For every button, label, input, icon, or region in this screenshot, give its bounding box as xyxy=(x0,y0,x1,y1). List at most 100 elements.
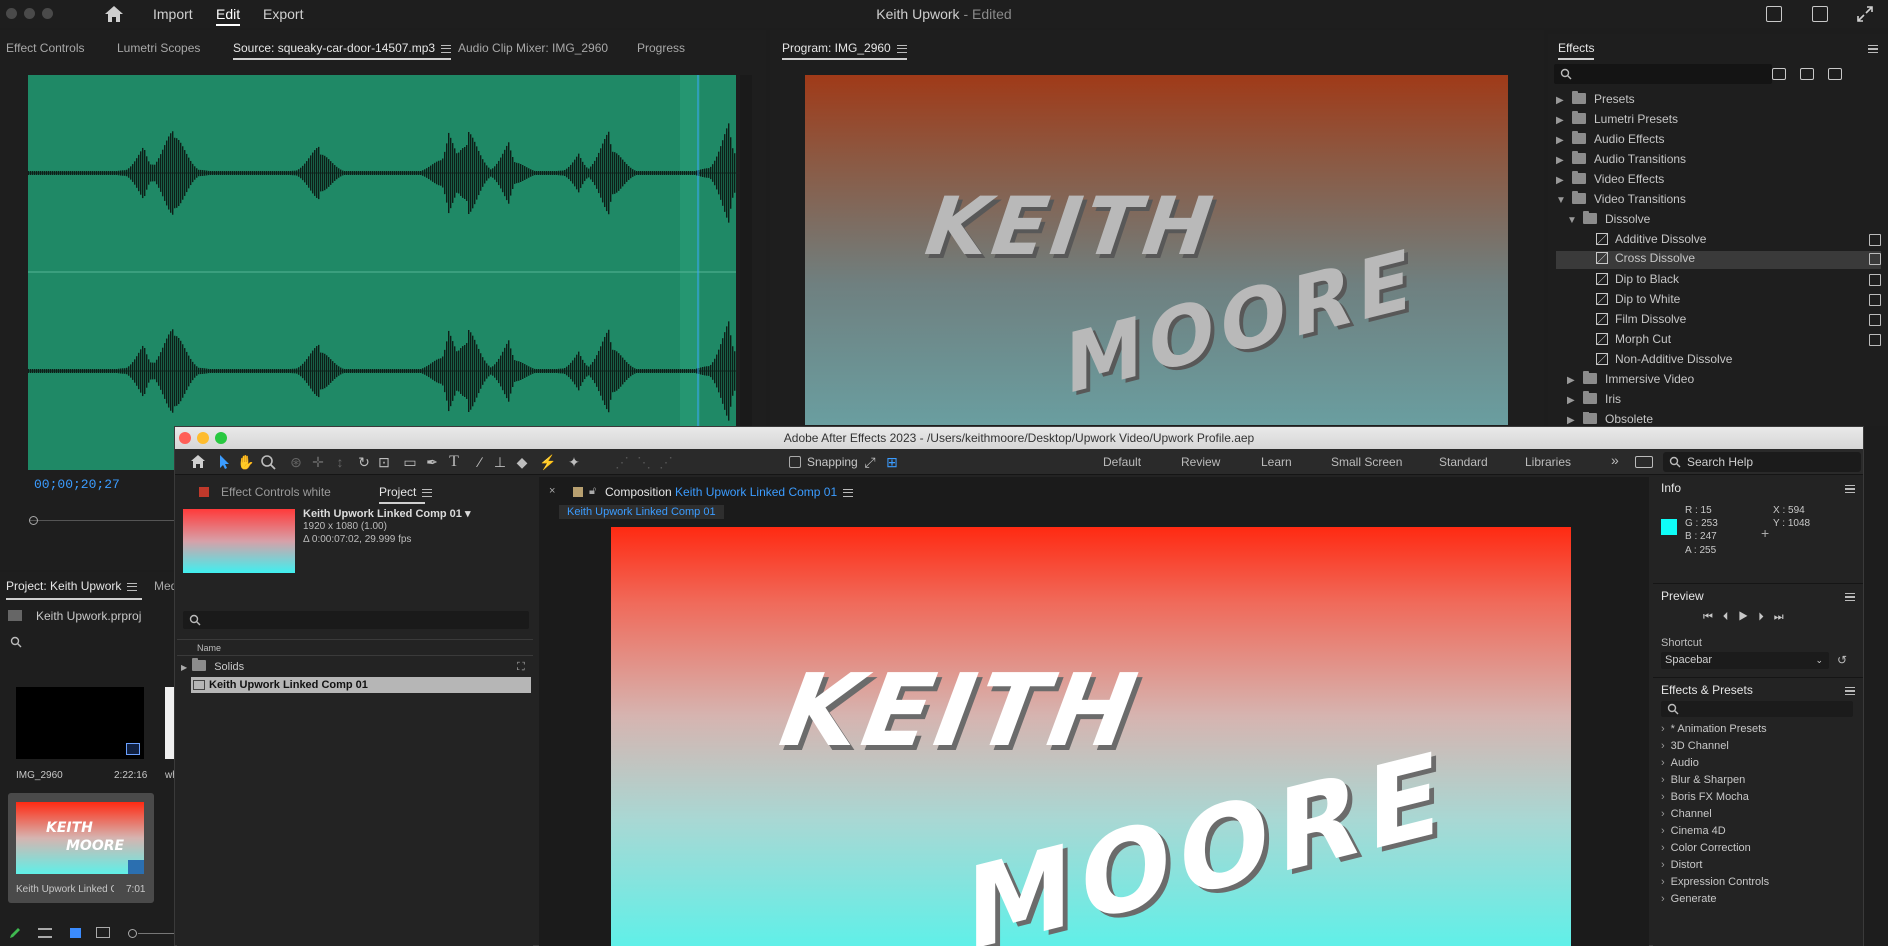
axis-view-icon[interactable]: ⋰ xyxy=(657,453,675,471)
32bit-effects-filter-icon[interactable] xyxy=(1800,68,1814,80)
tab-progress[interactable]: Progress xyxy=(637,41,685,55)
flowchart-icon[interactable]: ⛶ xyxy=(517,661,525,674)
ae-zoom-button[interactable] xyxy=(215,432,227,444)
tab-project[interactable]: Project: Keith Upwork xyxy=(6,579,138,593)
tree-item-immersive-video[interactable]: ▶ Immersive Video xyxy=(1567,371,1881,390)
panel-menu-icon[interactable] xyxy=(1868,45,1878,53)
panel-menu-icon[interactable] xyxy=(1845,593,1855,601)
search-icon[interactable] xyxy=(10,636,22,648)
source-playhead-handle[interactable] xyxy=(29,516,38,525)
window-zoom-button[interactable] xyxy=(42,8,53,19)
panel-menu-icon[interactable] xyxy=(1845,485,1855,493)
tab-effect-controls[interactable]: Effect Controls white xyxy=(221,485,331,499)
hand-tool-icon[interactable]: ✋ xyxy=(237,453,255,471)
comp-title-keith[interactable]: KEITH xyxy=(773,652,1149,769)
panel-menu-icon[interactable] xyxy=(896,44,907,53)
axis-world-icon[interactable]: ⋱ xyxy=(635,453,653,471)
pan-behind-tool-icon[interactable]: ⊡ xyxy=(375,453,393,471)
tree-item-lumetri-presets[interactable]: ▶ Lumetri Presets xyxy=(1556,111,1881,130)
tab-program[interactable]: Program: IMG_2960 xyxy=(782,41,907,60)
menu-import[interactable]: Import xyxy=(153,6,193,22)
snapping-checkbox[interactable] xyxy=(789,456,801,468)
tree-item-video-transitions[interactable]: ▼ Video Transitions xyxy=(1556,191,1881,210)
pan-tool-icon[interactable]: ✛ xyxy=(309,453,327,471)
brush-tool-icon[interactable]: ∕ xyxy=(471,453,489,471)
accelerated-effects-filter-icon[interactable] xyxy=(1772,68,1786,80)
panel-menu-icon[interactable] xyxy=(422,488,433,497)
tree-item-audio-effects[interactable]: ▶ Audio Effects xyxy=(1556,131,1881,150)
audio-waveform[interactable]: L R xyxy=(28,75,736,470)
tree-item-film-dissolve[interactable]: Film Dissolve xyxy=(1596,312,1881,330)
next-frame-icon[interactable]: ⏵ xyxy=(1758,611,1774,623)
menu-edit[interactable]: Edit xyxy=(216,6,241,26)
ep-item-expression-controls[interactable]: Expression Controls xyxy=(1661,876,1769,888)
tree-item-morph-cut[interactable]: Morph Cut xyxy=(1596,332,1881,350)
comp-breadcrumb-tab[interactable]: Keith Upwork Linked Comp 01 xyxy=(559,505,724,519)
reset-shortcut-icon[interactable]: ↺ xyxy=(1837,653,1847,667)
source-scrub-bar[interactable] xyxy=(30,520,176,521)
selection-tool-icon[interactable] xyxy=(215,453,233,471)
panel-menu-icon[interactable] xyxy=(1845,687,1855,695)
ep-item-generate[interactable]: Generate xyxy=(1661,893,1717,905)
tree-item-additive-dissolve[interactable]: Additive Dissolve xyxy=(1596,232,1881,250)
ep-item-cinema-4d[interactable]: Cinema 4D xyxy=(1661,825,1726,837)
window-close-button[interactable] xyxy=(6,8,17,19)
tree-item-audio-transitions[interactable]: ▶ Audio Transitions xyxy=(1556,151,1881,170)
menu-export[interactable]: Export xyxy=(263,6,303,22)
edit-workspaces-icon[interactable] xyxy=(1635,456,1653,468)
project-item-linked-comp[interactable]: Keith Upwork Linked Comp 01 xyxy=(191,677,531,693)
ep-item-distort[interactable]: Distort xyxy=(1661,859,1703,871)
yuv-effects-filter-icon[interactable] xyxy=(1828,68,1842,80)
tab-project[interactable]: Project xyxy=(379,485,433,499)
lock-icon[interactable]: 🔓︎ xyxy=(589,485,596,498)
last-frame-icon[interactable]: ⏭ xyxy=(1774,611,1794,623)
window-minimize-button[interactable] xyxy=(24,8,35,19)
composition-viewer[interactable]: KEITH MOORE xyxy=(611,527,1571,946)
workspace-learn[interactable]: Learn xyxy=(1261,455,1292,469)
workspace-review[interactable]: Review xyxy=(1181,455,1220,469)
ep-item-animation-presets[interactable]: * Animation Presets xyxy=(1661,723,1767,735)
panel-menu-icon[interactable] xyxy=(441,44,452,53)
ae-minimize-button[interactable] xyxy=(197,432,209,444)
panel-menu-icon[interactable] xyxy=(843,488,854,497)
icon-view-icon[interactable] xyxy=(70,928,81,938)
share-icon[interactable] xyxy=(1812,6,1828,22)
source-timecode[interactable]: 00;00;20;27 xyxy=(34,477,120,492)
first-frame-icon[interactable]: ⏮ xyxy=(1703,611,1723,623)
clip-thumbnail-img-2960[interactable] xyxy=(16,687,144,759)
tree-item-non-additive-dissolve[interactable]: Non-Additive Dissolve xyxy=(1596,352,1881,370)
tree-item-dip-to-white[interactable]: Dip to White xyxy=(1596,292,1881,310)
orbit-tool-icon[interactable]: ⊛ xyxy=(287,453,305,471)
tree-item-obsolete[interactable]: ▶ Obsolete xyxy=(1567,412,1881,426)
zoom-slider-track[interactable] xyxy=(138,933,174,934)
list-view-icon[interactable] xyxy=(38,928,52,938)
effects-search-input[interactable] xyxy=(1554,64,1772,84)
zoom-tool-icon[interactable] xyxy=(259,453,277,471)
shortcut-select[interactable]: Spacebar ⌄ xyxy=(1661,652,1829,669)
more-workspaces-icon[interactable]: » xyxy=(1611,452,1619,468)
ae-close-button[interactable] xyxy=(179,432,191,444)
panel-menu-icon[interactable] xyxy=(127,582,138,591)
close-tab-icon[interactable]: × xyxy=(549,485,555,497)
eraser-tool-icon[interactable]: ◆ xyxy=(513,453,531,471)
pen-tool-icon[interactable]: ✒ xyxy=(423,453,441,471)
project-item-solids[interactable]: ▶ Solids xyxy=(181,658,461,676)
workspace-small-screen[interactable]: Small Screen xyxy=(1331,455,1402,469)
home-icon[interactable] xyxy=(104,5,124,23)
ep-item-channel[interactable]: Channel xyxy=(1661,808,1712,820)
puppet-tool-icon[interactable]: ✦ xyxy=(565,453,583,471)
tab-composition[interactable]: Composition Keith Upwork Linked Comp 01 xyxy=(605,485,854,499)
tree-item-presets[interactable]: ▶ Presets xyxy=(1556,91,1881,110)
workspace-standard[interactable]: Standard xyxy=(1439,455,1488,469)
tab-effects[interactable]: Effects xyxy=(1558,41,1595,60)
workspace-default[interactable]: Default xyxy=(1103,455,1141,469)
ep-item-boris-fx-mocha[interactable]: Boris FX Mocha xyxy=(1661,791,1749,803)
rotation-tool-icon[interactable]: ↻ xyxy=(355,453,373,471)
fullscreen-icon[interactable] xyxy=(1856,5,1874,23)
tree-item-iris[interactable]: ▶ Iris xyxy=(1567,391,1881,410)
tree-item-dissolve[interactable]: ▼ Dissolve xyxy=(1567,211,1881,230)
freeform-view-icon[interactable] xyxy=(96,927,110,938)
tab-lumetri-scopes[interactable]: Lumetri Scopes xyxy=(117,41,200,55)
zoom-slider-handle[interactable] xyxy=(128,929,137,938)
column-header-name[interactable]: Name xyxy=(197,643,221,653)
